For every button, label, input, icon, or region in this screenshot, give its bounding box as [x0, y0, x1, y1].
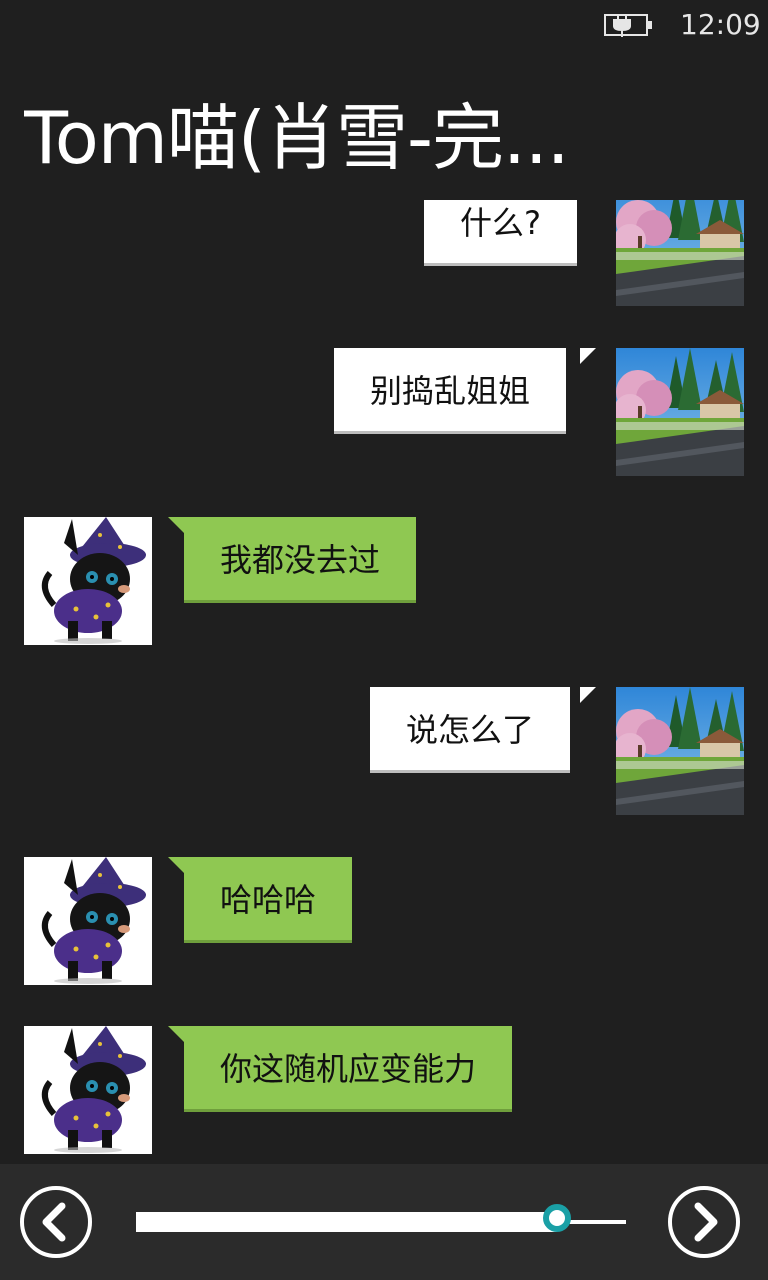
bubble-tail — [168, 1026, 184, 1042]
next-button[interactable] — [668, 1186, 740, 1258]
avatar[interactable] — [24, 857, 152, 985]
battery-charging-icon — [604, 12, 654, 38]
bottom-toolbar — [0, 1164, 768, 1280]
avatar[interactable] — [616, 348, 744, 476]
bubble-tail — [168, 517, 184, 533]
message-list[interactable]: 什么? 别捣乱姐姐 我都没去过 说怎么了 哈哈哈 你这随机应变能力 — [0, 200, 768, 1164]
avatar[interactable] — [24, 1026, 152, 1154]
message-bubble[interactable]: 说怎么了 — [370, 687, 571, 773]
message-bubble[interactable]: 别捣乱姐姐 — [334, 348, 567, 434]
page-title: Tom喵(肖雪-完... — [24, 96, 570, 180]
clock: 12:09 — [680, 8, 761, 41]
status-bar: 12:09 — [0, 0, 768, 50]
avatar[interactable] — [616, 687, 744, 815]
message-bubble[interactable]: 什么? — [424, 200, 577, 266]
message-bubble[interactable]: 我都没去过 — [184, 517, 417, 603]
avatar[interactable] — [616, 200, 744, 328]
bubble-tail — [580, 348, 596, 364]
slider-thumb[interactable] — [543, 1204, 571, 1232]
progress-slider[interactable] — [136, 1204, 626, 1232]
bubble-tail — [580, 687, 596, 703]
message-bubble[interactable]: 你这随机应变能力 — [184, 1026, 513, 1112]
message-bubble[interactable]: 哈哈哈 — [184, 857, 353, 943]
previous-button[interactable] — [20, 1186, 92, 1258]
bubble-tail — [168, 857, 184, 873]
avatar[interactable] — [24, 517, 152, 645]
slider-fill — [136, 1212, 557, 1232]
